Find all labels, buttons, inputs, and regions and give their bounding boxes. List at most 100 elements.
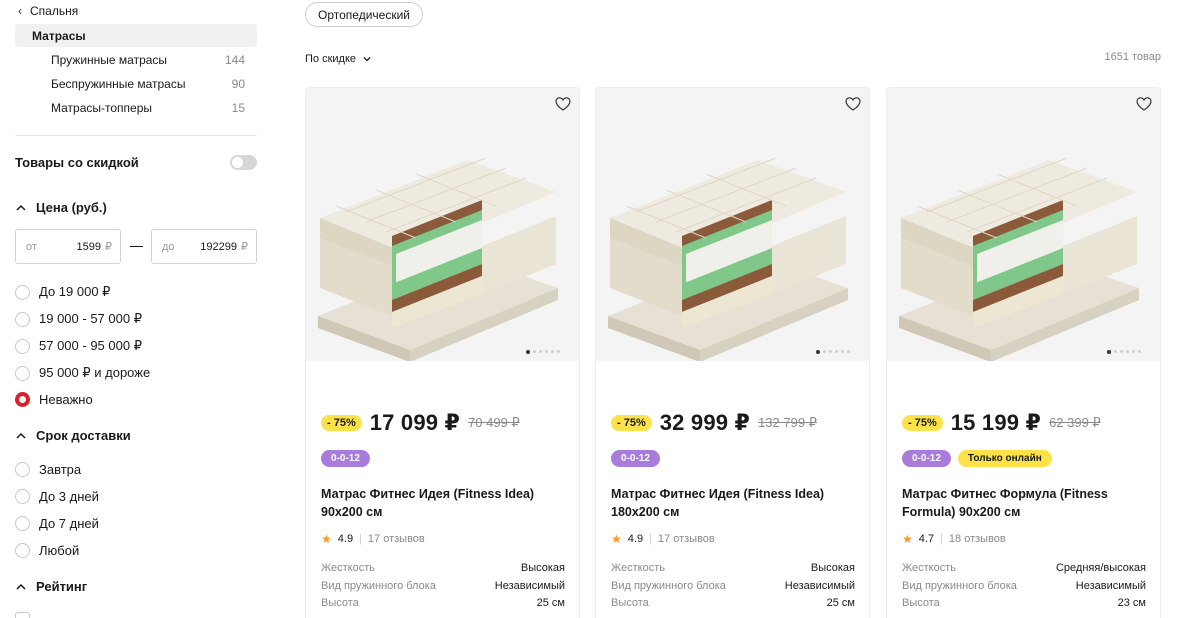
image-carousel-dots[interactable]	[526, 349, 560, 354]
image-carousel-dots[interactable]	[1107, 349, 1141, 354]
delivery-option-7days[interactable]: До 7 дней	[15, 516, 99, 531]
spec-row: Жесткость Высокая	[611, 562, 855, 580]
installment-badge: 0-0-12	[321, 450, 370, 467]
radio-button[interactable]	[15, 489, 30, 504]
price-option-1[interactable]: До 19 000 ₽	[15, 284, 110, 300]
product-title[interactable]: Матрас Фитнес Формула (Fitness Formula) …	[902, 485, 1142, 521]
image-carousel-dots[interactable]	[816, 349, 850, 354]
price-to-placeholder: до	[162, 240, 175, 253]
reviews-count[interactable]: 18 отзывов	[949, 533, 1006, 545]
subcategory-label: Пружинные матрасы	[51, 53, 168, 67]
badges: 0-0-12	[611, 450, 660, 467]
chevron-up-icon	[16, 583, 26, 590]
star-icon: ★	[321, 532, 332, 546]
price-option-2[interactable]: 19 000 - 57 000 ₽	[15, 311, 142, 327]
product-image[interactable]	[306, 88, 579, 361]
price-section-header[interactable]: Цена (руб.)	[15, 200, 107, 215]
radio-button[interactable]	[15, 284, 30, 300]
spec-key: Вид пружинного блока	[321, 579, 436, 592]
spec-key: Жесткость	[611, 562, 666, 574]
subcategory-toppers[interactable]: Матрасы-топперы 15	[51, 101, 245, 115]
separator: |	[649, 533, 652, 545]
filter-chip-orthopedic[interactable]: Ортопедический	[305, 2, 423, 27]
price-from-value: 1599	[76, 240, 101, 253]
rating-section-header[interactable]: Рейтинг	[15, 579, 87, 594]
sort-dropdown[interactable]: По скидке	[305, 53, 372, 65]
price-from-input[interactable]: от 1599 ₽	[15, 229, 121, 264]
back-to-bedroom-link[interactable]: ‹ Спальня	[18, 4, 78, 18]
discount-toggle-row: Товары со скидкой	[15, 155, 257, 170]
spec-value: Независимый	[494, 579, 565, 592]
spec-row: Вид пружинного блока Независимый	[321, 580, 565, 598]
reviews-count[interactable]: 17 отзывов	[368, 533, 425, 545]
spec-key: Высота	[611, 597, 649, 609]
price-section-title: Цена (руб.)	[36, 200, 107, 215]
chevron-up-icon	[16, 204, 26, 211]
product-card[interactable]: - 75% 32 999 ₽ 132 799 ₽ 0-0-12 Матрас Ф…	[595, 87, 870, 618]
subcategory-spring[interactable]: Пружинные матрасы 144	[51, 53, 245, 67]
spec-row: Вид пружинного блока Независимый	[611, 580, 855, 598]
radio-button[interactable]	[15, 462, 30, 477]
product-title[interactable]: Матрас Фитнес Идея (Fitness Idea) 90x200…	[321, 485, 561, 521]
specs: Жесткость Высокая Вид пружинного блока Нез…	[611, 562, 855, 615]
range-dash	[130, 246, 143, 247]
price-option-4[interactable]: 95 000 ₽ и дороже	[15, 365, 150, 381]
current-price: 32 999 ₽	[659, 410, 751, 435]
rating-checkbox[interactable]	[15, 612, 30, 618]
heart-icon[interactable]	[555, 96, 571, 112]
star-icon: ★	[902, 532, 913, 546]
price-option-3[interactable]: 57 000 - 95 000 ₽	[15, 338, 142, 354]
price-option-label: Неважно	[39, 392, 93, 407]
chevron-down-icon	[363, 57, 371, 62]
radio-button-selected[interactable]	[15, 392, 30, 407]
heart-icon[interactable]	[845, 96, 861, 112]
product-image[interactable]	[596, 88, 869, 361]
spec-key: Жесткость	[902, 562, 957, 574]
price-option-label: До 19 000 ₽	[39, 284, 111, 299]
spec-value: Средняя/высокая	[1055, 562, 1146, 574]
spec-key: Жесткость	[321, 562, 376, 574]
price-to-input[interactable]: до 192299 ₽	[151, 229, 257, 264]
rating-value: 4.7	[918, 533, 935, 545]
product-image[interactable]	[887, 88, 1160, 361]
spec-value: Высокая	[810, 562, 855, 574]
specs: Жесткость Высокая Вид пружинного блока Нез…	[321, 562, 565, 615]
price-from-placeholder: от	[26, 240, 37, 253]
radio-button[interactable]	[15, 365, 30, 381]
product-title[interactable]: Матрас Фитнес Идея (Fitness Idea) 180x20…	[611, 485, 851, 521]
product-card[interactable]: - 75% 17 099 ₽ 70 499 ₽ 0-0-12 Матрас Фи…	[305, 87, 580, 618]
delivery-option-3days[interactable]: До 3 дней	[15, 489, 99, 504]
spec-key: Высота	[321, 597, 359, 609]
reviews-count[interactable]: 17 отзывов	[658, 533, 715, 545]
radio-button[interactable]	[15, 516, 30, 531]
price-option-any[interactable]: Неважно	[15, 392, 93, 407]
discount-toggle-label: Товары со скидкой	[15, 155, 139, 170]
discount-toggle[interactable]	[230, 155, 257, 170]
delivery-option-any[interactable]: Любой	[15, 543, 79, 558]
spec-value: Независимый	[1075, 579, 1146, 592]
radio-button[interactable]	[15, 338, 30, 354]
subcategory-springless[interactable]: Беспружинные матрасы 90	[51, 77, 245, 91]
discount-badge: - 75%	[902, 415, 943, 431]
divider	[15, 135, 257, 136]
radio-button[interactable]	[15, 311, 30, 327]
mattress-image	[317, 157, 559, 361]
current-price: 17 099 ₽	[369, 410, 461, 435]
spec-value: 25 см	[536, 597, 565, 609]
delivery-option-tomorrow[interactable]: Завтра	[15, 462, 81, 477]
subcategory-label: Беспружинные матрасы	[51, 77, 186, 91]
delivery-option-label: До 7 дней	[39, 516, 99, 531]
heart-icon[interactable]	[1136, 96, 1152, 112]
spec-row: Вид пружинного блока Независимый	[902, 580, 1146, 598]
back-label: Спальня	[30, 4, 79, 18]
filters-sidebar: ‹ Спальня Матрасы Пружинные матрасы 144 …	[0, 0, 270, 618]
rating-row: ★ 4.7 | 18 отзывов	[902, 532, 1006, 546]
delivery-section-header[interactable]: Срок доставки	[15, 428, 131, 443]
category-active-mattresses[interactable]: Матрасы	[15, 24, 257, 47]
spec-key: Высота	[902, 597, 940, 609]
spec-key: Вид пружинного блока	[902, 579, 1017, 592]
price-line: - 75% 17 099 ₽ 70 499 ₽	[321, 410, 520, 436]
subcategory-count: 144	[224, 53, 245, 67]
product-card[interactable]: - 75% 15 199 ₽ 62 399 ₽ 0-0-12 Только он…	[886, 87, 1161, 618]
radio-button[interactable]	[15, 543, 30, 558]
